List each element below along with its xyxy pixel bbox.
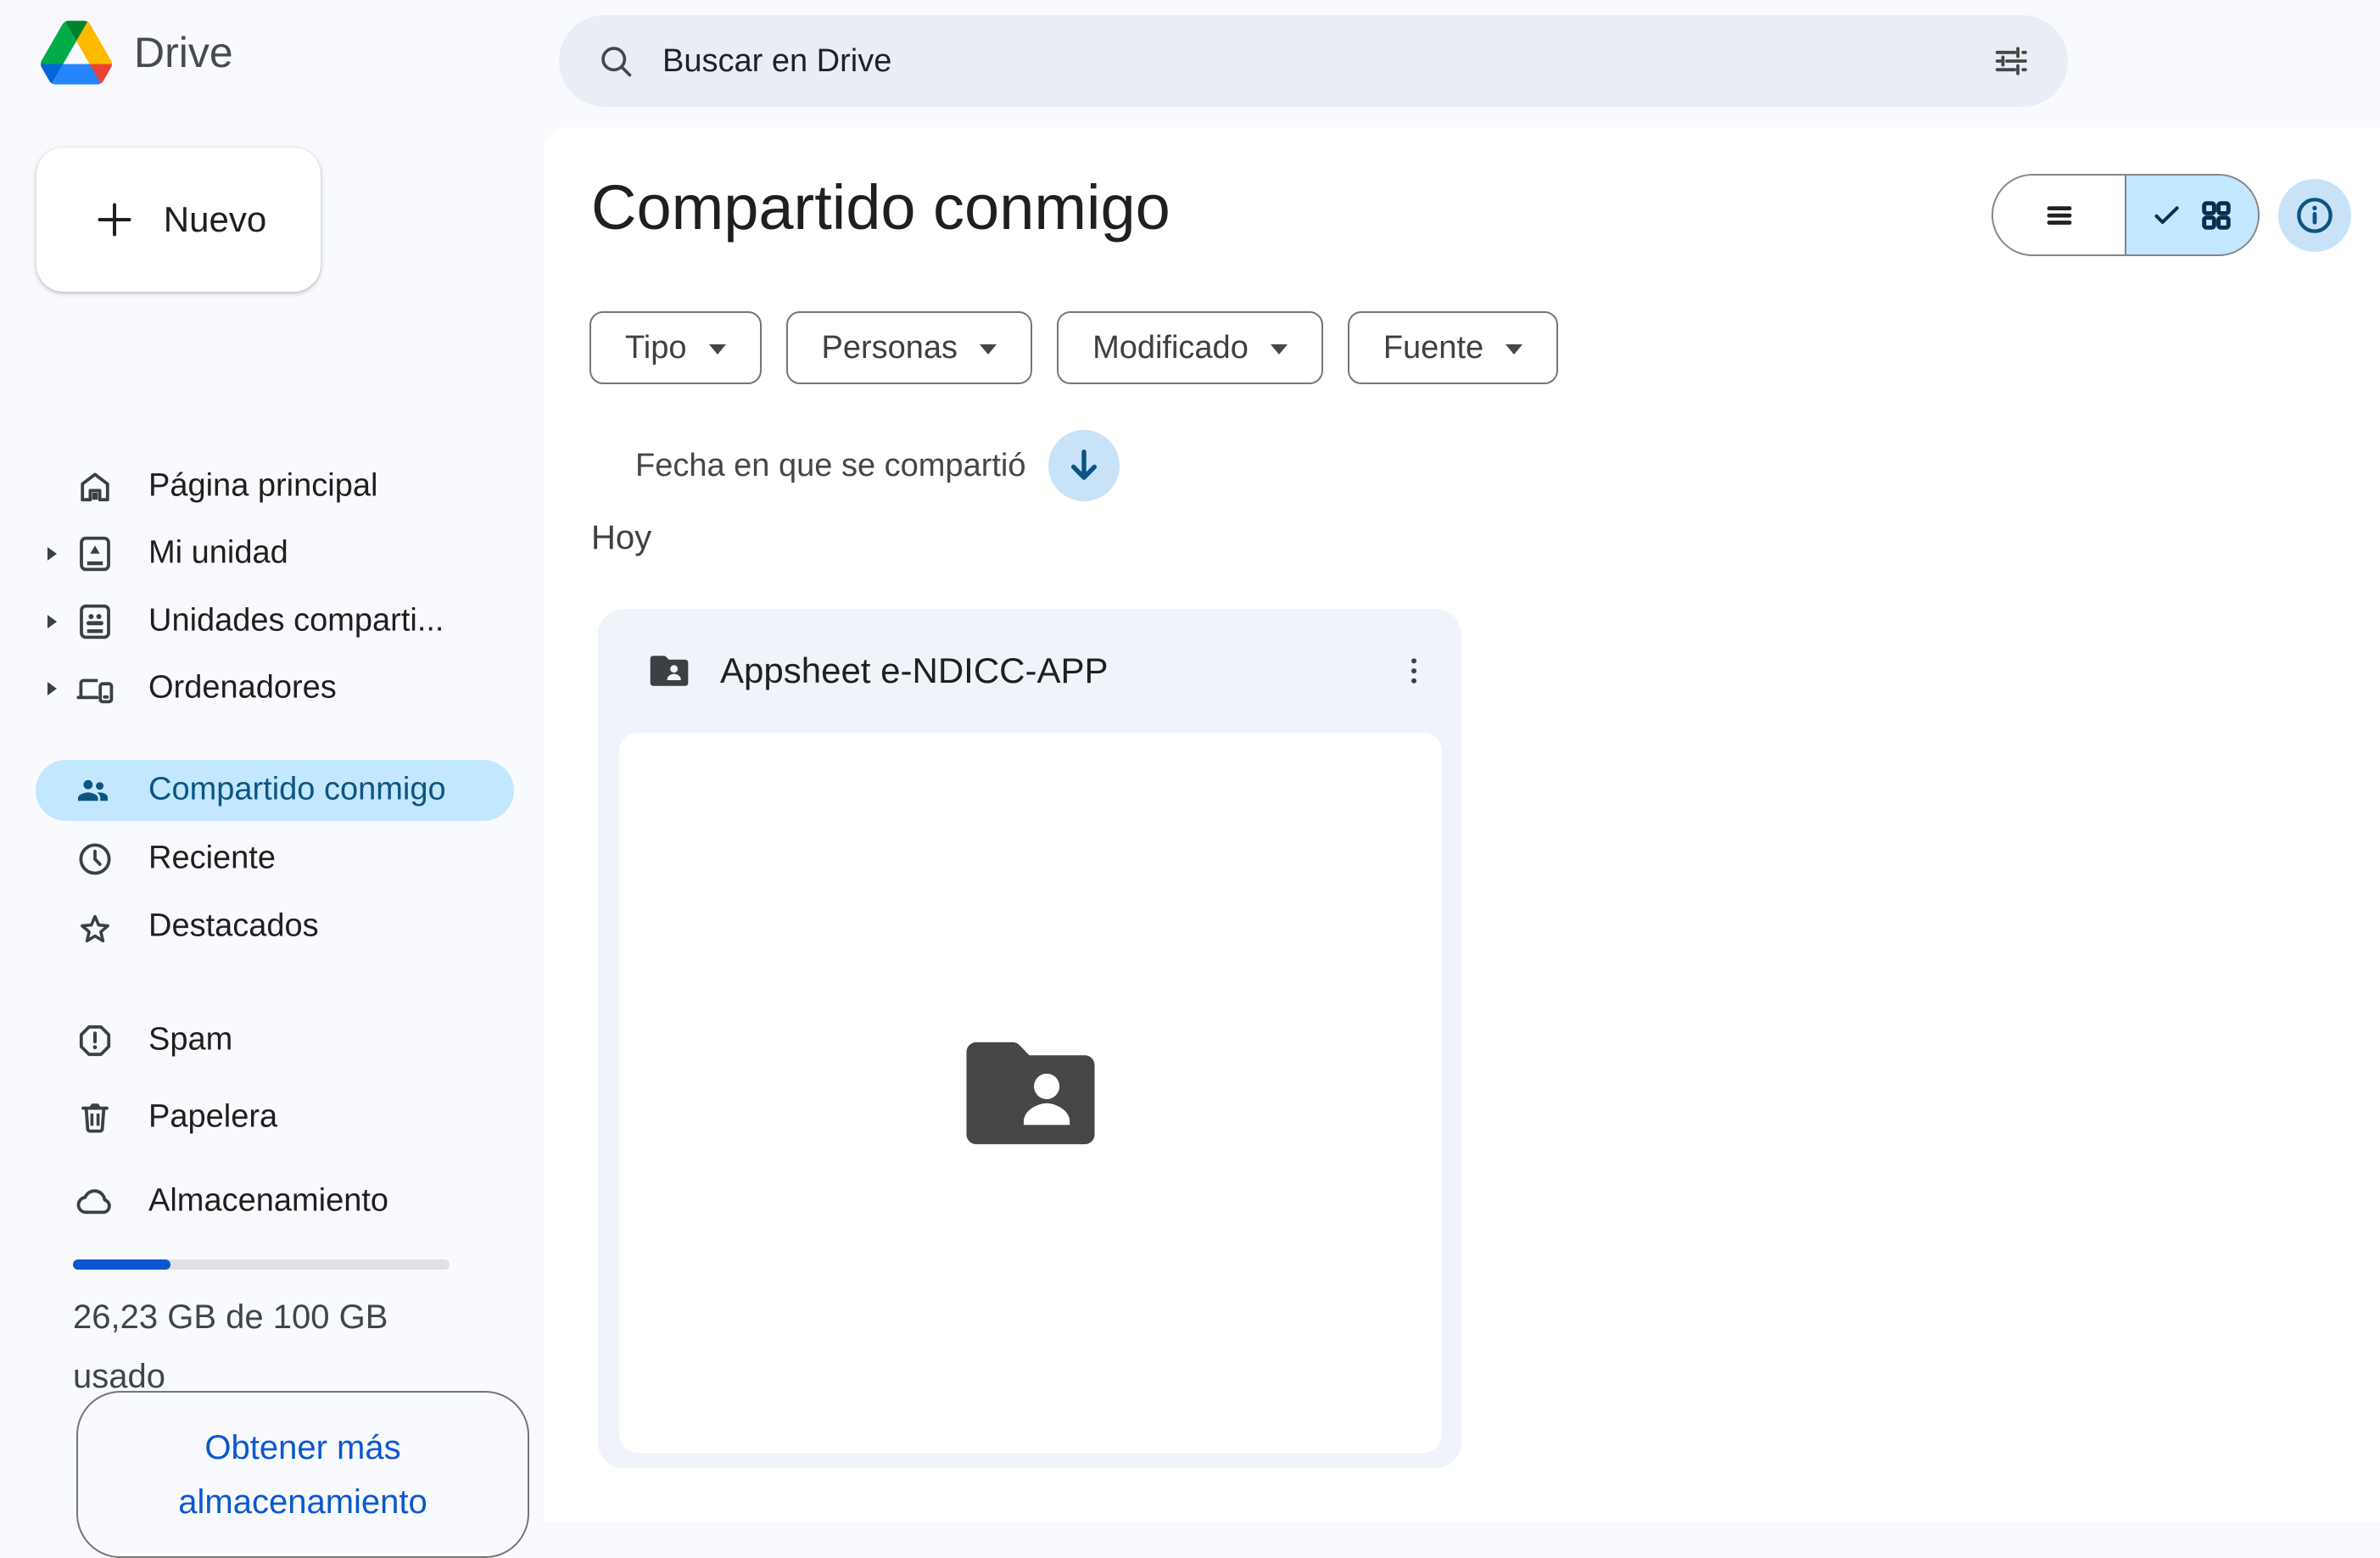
search-placeholder: Buscar en Drive (662, 43, 1964, 80)
spam-icon (75, 1020, 115, 1061)
storage-usage-text: 26,23 GB de 100 GB usado (73, 1287, 480, 1406)
google-drive-app: Drive Buscar en Drive Nuevo Página (0, 0, 2380, 1522)
drive-logo[interactable]: Drive (41, 20, 233, 85)
layout-toggle (1992, 174, 2260, 256)
main-panel: Compartido conmigo (544, 127, 2380, 1522)
sidebar-item-spam[interactable]: Spam (0, 1007, 544, 1075)
sidebar-item-label: Mi unidad (148, 535, 288, 572)
expand-arrow-icon[interactable] (47, 682, 57, 695)
kebab-icon (1395, 652, 1433, 690)
sidebar-item-shared-with-me[interactable]: Compartido conmigo (36, 760, 514, 821)
filter-chip-type[interactable]: Tipo (589, 311, 762, 384)
sidebar-item-storage[interactable]: Almacenamiento (0, 1168, 544, 1236)
cloud-icon (75, 1181, 115, 1222)
chevron-down-icon (1506, 344, 1522, 355)
sidebar-item-my-drive[interactable]: Mi unidad (0, 520, 544, 588)
sort-label[interactable]: Fecha en que se compartió (635, 448, 1026, 484)
sidebar-item-label: Compartido conmigo (148, 772, 446, 808)
star-icon (75, 907, 115, 947)
details-button[interactable] (2278, 179, 2351, 252)
expand-arrow-icon[interactable] (47, 615, 57, 628)
tune-icon[interactable] (1992, 42, 2031, 81)
page-title: Compartido conmigo (591, 171, 1170, 243)
date-group-label: Hoy (591, 519, 651, 557)
info-icon (2293, 193, 2337, 237)
more-actions-button[interactable] (1390, 647, 1438, 695)
sidebar-item-home[interactable]: Página principal (0, 453, 544, 521)
sidebar-item-starred[interactable]: Destacados (0, 893, 544, 961)
get-more-storage-button[interactable]: Obtener más almacenamiento (76, 1391, 529, 1558)
home-icon (75, 466, 115, 507)
chevron-down-icon (980, 344, 997, 355)
search-input[interactable]: Buscar en Drive (559, 15, 2068, 107)
check-icon (2150, 198, 2184, 232)
sidebar-item-label: Spam (148, 1022, 232, 1058)
filter-chip-source[interactable]: Fuente (1348, 311, 1558, 384)
my-drive-icon (75, 533, 115, 574)
people-icon (73, 770, 114, 811)
sidebar: Nuevo Página principal Mi unidad (0, 127, 544, 1522)
file-name: Appsheet e-NDICC-APP (720, 651, 1361, 691)
sidebar-item-label: Destacados (148, 908, 319, 945)
sidebar-item-label: Ordenadores (148, 670, 337, 706)
sidebar-item-label: Almacenamiento (148, 1183, 388, 1220)
sidebar-item-label: Papelera (148, 1099, 277, 1136)
list-view-button[interactable] (1993, 176, 2126, 254)
grid-view-icon (2198, 197, 2235, 234)
list-view-icon (2040, 196, 2079, 235)
file-card-preview (619, 733, 1442, 1453)
filter-chip-row: Tipo Personas Modificado Fuente (589, 311, 1558, 384)
expand-arrow-icon[interactable] (47, 547, 57, 561)
chip-label: Fuente (1383, 330, 1483, 366)
view-controls (1992, 174, 2351, 256)
shared-folder-icon (647, 649, 691, 693)
shared-drives-icon (75, 601, 115, 642)
shared-folder-large-icon (956, 1019, 1105, 1168)
clock-icon (75, 839, 115, 880)
file-card[interactable]: Appsheet e-NDICC-APP (598, 609, 1461, 1468)
sidebar-item-label: Página principal (148, 468, 377, 505)
file-card-header: Appsheet e-NDICC-APP (598, 609, 1461, 733)
sidebar-item-trash[interactable]: Papelera (0, 1084, 544, 1152)
filter-chip-people[interactable]: Personas (786, 311, 1033, 384)
trash-icon (75, 1097, 115, 1138)
storage-progress-fill (73, 1259, 170, 1270)
sidebar-item-label: Unidades comparti... (148, 603, 444, 639)
chevron-down-icon (709, 344, 726, 355)
sidebar-item-computers[interactable]: Ordenadores (0, 655, 544, 723)
chip-label: Tipo (625, 330, 687, 366)
sort-row: Fecha en que se compartió (635, 429, 1120, 502)
storage-progressbar (73, 1259, 450, 1270)
drive-logo-icon (41, 20, 112, 85)
sidebar-item-shared-drives[interactable]: Unidades comparti... (0, 588, 544, 656)
grid-view-button[interactable] (2126, 176, 2258, 254)
computers-icon (75, 668, 115, 709)
search-icon (596, 42, 635, 81)
plus-icon (91, 196, 138, 243)
chip-label: Modificado (1092, 330, 1249, 366)
app-name: Drive (134, 28, 233, 77)
sidebar-item-recent[interactable]: Reciente (0, 825, 544, 893)
sort-direction-button[interactable] (1048, 430, 1120, 501)
arrow-down-icon (1062, 444, 1106, 488)
sidebar-item-label: Reciente (148, 840, 276, 877)
new-button-label: Nuevo (164, 199, 266, 240)
chevron-down-icon (1271, 344, 1288, 355)
new-button[interactable]: Nuevo (36, 148, 321, 292)
chip-label: Personas (822, 330, 958, 366)
filter-chip-modified[interactable]: Modificado (1057, 311, 1323, 384)
